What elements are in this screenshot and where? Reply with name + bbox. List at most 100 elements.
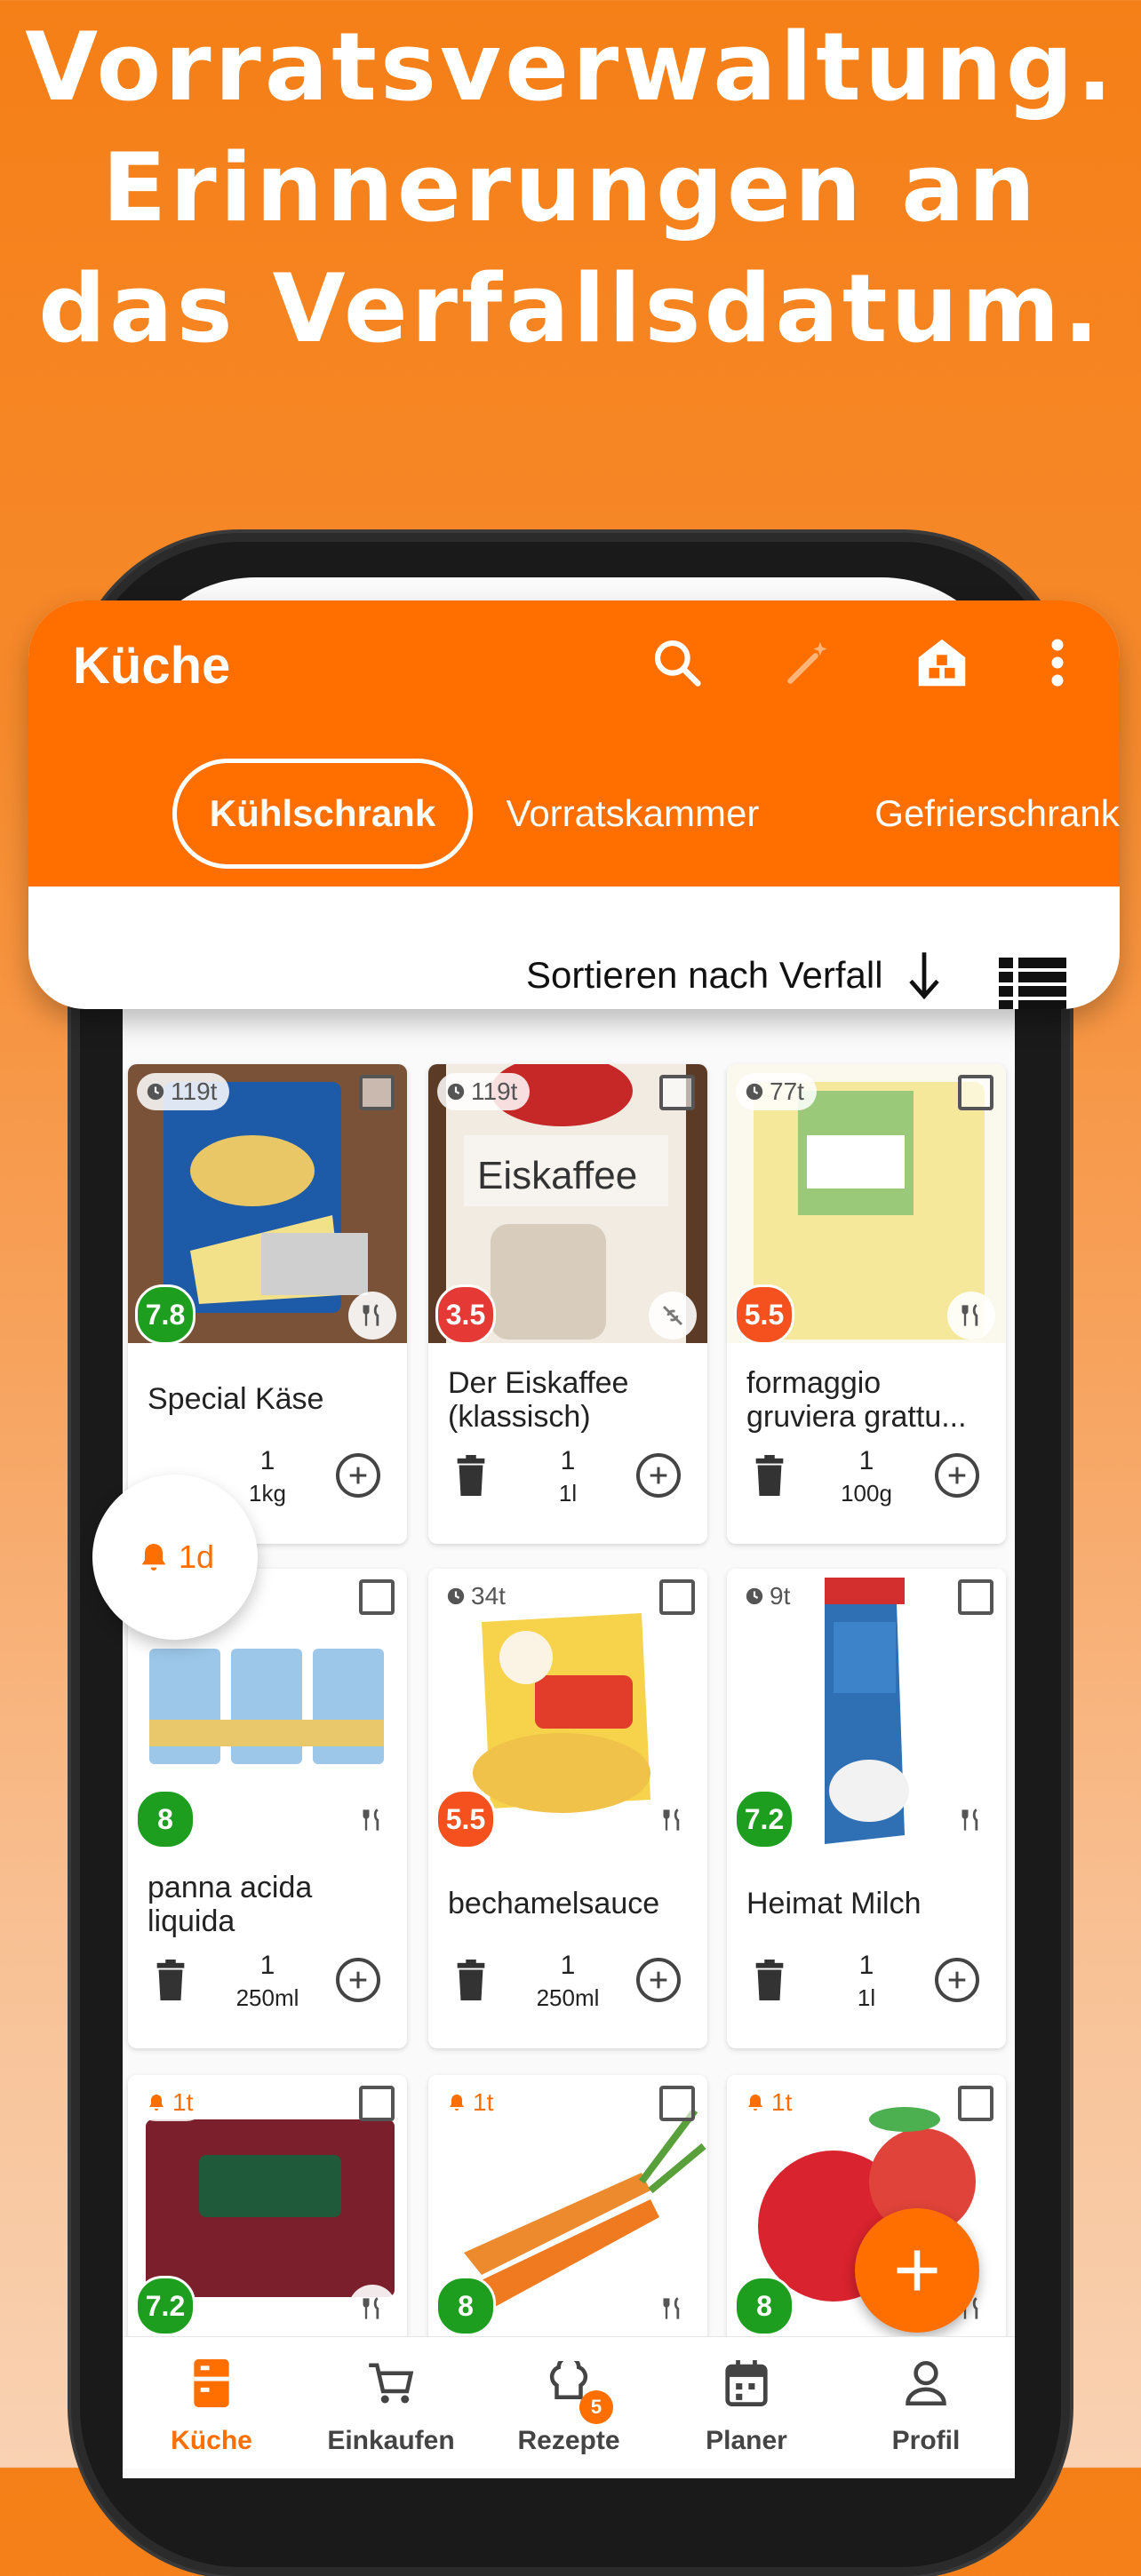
- house-icon[interactable]: [906, 627, 977, 698]
- nav-einkaufen[interactable]: Einkaufen: [302, 2337, 480, 2469]
- headline-line-1: Vorratsverwaltung.: [25, 12, 1116, 122]
- select-checkbox[interactable]: [659, 2086, 695, 2121]
- headline-line-2: Erinnerungen an: [101, 133, 1040, 242]
- clock-icon: [447, 1587, 465, 1605]
- bell-icon: [748, 2095, 762, 2111]
- arrow-down-icon[interactable]: [905, 949, 944, 1002]
- product-card[interactable]: 34t 5.5 bechamelsauce 1 250ml: [428, 1569, 707, 2048]
- select-checkbox[interactable]: [359, 2086, 395, 2121]
- quantity-unit: 100g: [841, 1480, 892, 1507]
- add-button[interactable]: [336, 1958, 380, 2002]
- trash-icon[interactable]: [752, 1960, 787, 2005]
- fork-knife-icon[interactable]: [348, 1292, 396, 1340]
- expiry-reminder-bubble[interactable]: 1d: [92, 1475, 258, 1640]
- search-icon[interactable]: [642, 627, 713, 698]
- expiry-days: 119t: [471, 1077, 518, 1105]
- fork-knife-icon[interactable]: [348, 1796, 396, 1844]
- product-card[interactable]: 8 panna acida liquida 1 250ml: [128, 1569, 407, 2048]
- add-button[interactable]: [636, 1958, 681, 2002]
- list-view-icon[interactable]: [999, 958, 1066, 1009]
- product-card[interactable]: 1t 7.2: [128, 2075, 407, 2341]
- fork-knife-icon[interactable]: [649, 2285, 697, 2333]
- sort-label: Sortieren nach Verfall: [526, 954, 883, 996]
- product-name: Der Eiskaffee (klassisch): [448, 1366, 629, 1434]
- headline-line-3: das Verfallsdatum.: [38, 254, 1103, 363]
- quantity-unit: 1l: [558, 1480, 578, 1507]
- nav-label: Einkaufen: [327, 2426, 455, 2455]
- expiry-badge: 119t: [137, 1073, 230, 1110]
- calendar-icon: [722, 2358, 771, 2408]
- select-checkbox[interactable]: [359, 1579, 395, 1615]
- nav-profil[interactable]: Profil: [837, 2337, 1015, 2469]
- link-off-icon[interactable]: [649, 1292, 697, 1340]
- trash-icon[interactable]: [453, 1960, 489, 2005]
- expiry-badge: 9t: [736, 1578, 803, 1615]
- product-card[interactable]: 77t 5.5 formaggio gruviera grattu... 1 10…: [727, 1064, 1006, 1544]
- more-vert-icon[interactable]: [1022, 627, 1093, 698]
- expiry-days: 9t: [770, 1582, 791, 1610]
- add-button[interactable]: [935, 1958, 979, 2002]
- trash-icon[interactable]: [453, 1455, 489, 1500]
- select-checkbox[interactable]: [659, 1075, 695, 1110]
- cart-icon: [366, 2358, 416, 2408]
- person-icon: [901, 2358, 951, 2408]
- select-checkbox[interactable]: [958, 1075, 993, 1110]
- nav-kueche[interactable]: Küche: [123, 2337, 300, 2469]
- fork-knife-icon[interactable]: [947, 1796, 995, 1844]
- quantity-count: 1: [259, 1951, 275, 1980]
- fork-knife-icon[interactable]: [947, 1292, 995, 1340]
- quantity-count: 1: [259, 1446, 275, 1475]
- product-name: formaggio gruviera grattu...: [746, 1366, 967, 1434]
- sort-control[interactable]: Sortieren nach Verfall: [526, 954, 883, 997]
- nav-label: Profil: [891, 2426, 961, 2455]
- tab-vorratskammer[interactable]: Vorratskammer: [491, 759, 775, 869]
- tab-kuehlschrank[interactable]: Kühlschrank: [172, 759, 473, 869]
- expiry-badge: 77t: [736, 1073, 817, 1110]
- nav-label: Planer: [706, 2426, 787, 2455]
- product-name: Special Käse: [148, 1382, 324, 1416]
- product-card[interactable]: Eiskaffee 119t 3.5 Der Eiskaffee (klassi…: [428, 1064, 707, 1544]
- quantity-count: 1: [858, 1446, 874, 1475]
- expiry-badge: 119t: [437, 1073, 531, 1110]
- select-checkbox[interactable]: [958, 1579, 993, 1615]
- product-card[interactable]: 1t 8: [428, 2075, 707, 2341]
- nutri-score: 8: [435, 2276, 496, 2336]
- plus-icon: [897, 2250, 938, 2291]
- product-card[interactable]: 9t 7.2 Heimat Milch 1 1l: [727, 1569, 1006, 2048]
- select-checkbox[interactable]: [958, 2086, 993, 2121]
- trash-icon[interactable]: [153, 1960, 188, 2005]
- expiry-days: 1t: [473, 2088, 494, 2116]
- expiry-badge: 1t: [736, 2084, 805, 2121]
- product-card[interactable]: 119t 7.8 Special Käse 1 1kg: [128, 1064, 407, 1544]
- product-name: panna acida liquida: [148, 1871, 313, 1938]
- trash-icon[interactable]: [752, 1455, 787, 1500]
- fork-knife-icon[interactable]: [649, 1796, 697, 1844]
- tab-gefrierschrank[interactable]: Gefrierschrank: [855, 759, 1120, 869]
- quantity-unit: 250ml: [536, 1984, 600, 2011]
- quantity: 1 100g: [816, 1446, 917, 1507]
- fork-knife-icon[interactable]: [348, 2285, 396, 2333]
- nav-planer[interactable]: Planer: [658, 2337, 835, 2469]
- nutri-score: 7.2: [734, 1789, 794, 1849]
- product-name: bechamelsauce: [448, 1887, 660, 1920]
- nav-rezepte[interactable]: 5 Rezepte: [480, 2337, 658, 2469]
- add-button[interactable]: [336, 1453, 380, 1498]
- reminder-label: 1d: [178, 1538, 215, 1575]
- quantity: 1 1l: [816, 1951, 917, 2012]
- magic-wand-icon[interactable]: [773, 627, 844, 698]
- expiry-badge: 1t: [437, 2084, 507, 2121]
- kitchen-icon: [187, 2358, 236, 2408]
- bell-icon: [141, 1544, 166, 1570]
- add-button[interactable]: [935, 1453, 979, 1498]
- nutri-score: 8: [135, 1789, 195, 1849]
- select-checkbox[interactable]: [359, 1075, 395, 1110]
- product-name: Heimat Milch: [746, 1887, 922, 1920]
- expiry-days: 34t: [471, 1582, 506, 1610]
- select-checkbox[interactable]: [659, 1579, 695, 1615]
- clock-icon: [447, 1083, 465, 1101]
- add-item-fab[interactable]: [855, 2208, 979, 2333]
- quantity-count: 1: [560, 1446, 576, 1475]
- page-title: Küche: [73, 637, 231, 695]
- clock-icon: [746, 1083, 763, 1101]
- add-button[interactable]: [636, 1453, 681, 1498]
